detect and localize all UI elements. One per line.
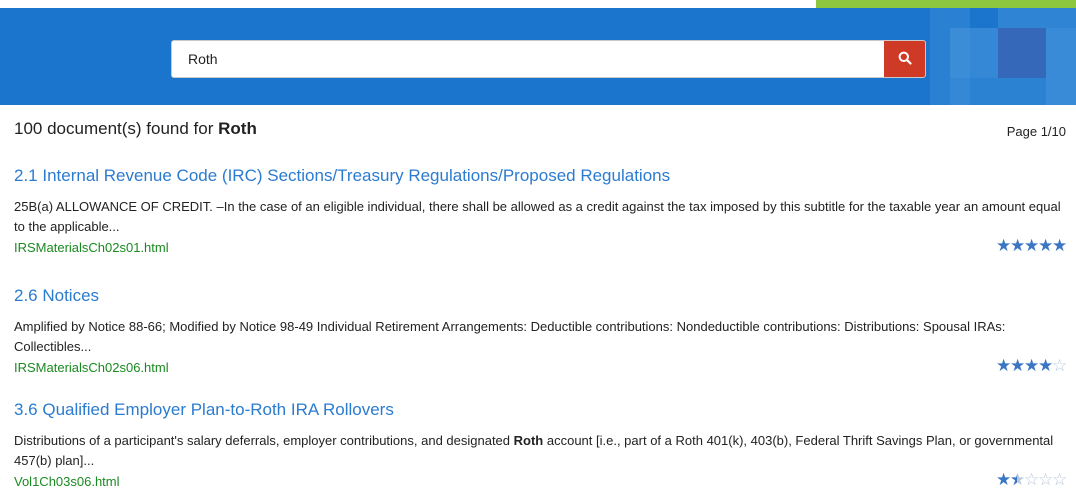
header-accent-strip <box>816 0 1076 8</box>
star-full-icon: ★ <box>1010 236 1026 255</box>
star-half-icon: ★ <box>1010 470 1025 490</box>
result-url-link[interactable]: Vol1Ch03s06.html <box>14 474 120 489</box>
result-url-link[interactable]: IRSMaterialsCh02s06.html <box>14 360 169 375</box>
results-count-text: 100 document(s) found for <box>14 119 219 138</box>
search-button[interactable] <box>884 41 925 77</box>
result-title-link[interactable]: 2.1 Internal Revenue Code (IRC) Sections… <box>14 166 670 186</box>
result-rating: ★★☆☆☆ <box>996 470 1068 490</box>
star-full-icon: ★ <box>1010 356 1026 375</box>
star-full-icon: ★ <box>996 356 1012 375</box>
result-rating: ★★★★☆ <box>996 356 1068 376</box>
star-full-icon: ★ <box>996 470 1012 489</box>
header-decoration-tile <box>998 28 1046 78</box>
result-rating: ★★★★★ <box>996 236 1068 256</box>
header-decoration-tile <box>998 8 1076 28</box>
result-url-link[interactable]: IRSMaterialsCh02s01.html <box>14 240 169 255</box>
search-input[interactable] <box>172 41 884 77</box>
result-title-link[interactable]: 2.6 Notices <box>14 286 99 306</box>
star-empty-icon: ☆ <box>1052 470 1068 489</box>
star-full-icon: ★ <box>1038 236 1054 255</box>
star-full-icon: ★ <box>1038 356 1054 375</box>
header-decoration-tile <box>950 78 1046 105</box>
header-decoration-tile <box>1046 28 1076 105</box>
page-indicator: Page 1/10 <box>1006 124 1066 139</box>
header-decoration-tile <box>950 28 998 78</box>
search-box <box>171 40 926 78</box>
snippet-text: Distributions of a participant's salary … <box>14 433 514 448</box>
star-full-icon: ★ <box>996 236 1012 255</box>
star-empty-icon: ☆ <box>1052 356 1068 375</box>
result-title-link[interactable]: 3.6 Qualified Employer Plan-to-Roth IRA … <box>14 400 394 420</box>
star-full-icon: ★ <box>1024 356 1040 375</box>
results-summary: 100 document(s) found for Roth <box>14 119 257 139</box>
result-snippet: 25B(a) ALLOWANCE OF CREDIT. –In the case… <box>14 199 1061 234</box>
result-snippet: Amplified by Notice 88-66; Modified by N… <box>14 319 1006 354</box>
results-query: Roth <box>218 119 257 138</box>
header-bar <box>0 0 1076 105</box>
star-full-icon: ★ <box>1024 236 1040 255</box>
star-empty-icon: ☆ <box>1024 470 1040 489</box>
snippet-highlight: Roth <box>513 433 544 448</box>
star-full-icon: ★ <box>1052 236 1068 255</box>
result-snippet: Distributions of a participant's salary … <box>14 431 1066 471</box>
search-icon <box>898 51 912 68</box>
star-empty-icon: ☆ <box>1038 470 1054 489</box>
